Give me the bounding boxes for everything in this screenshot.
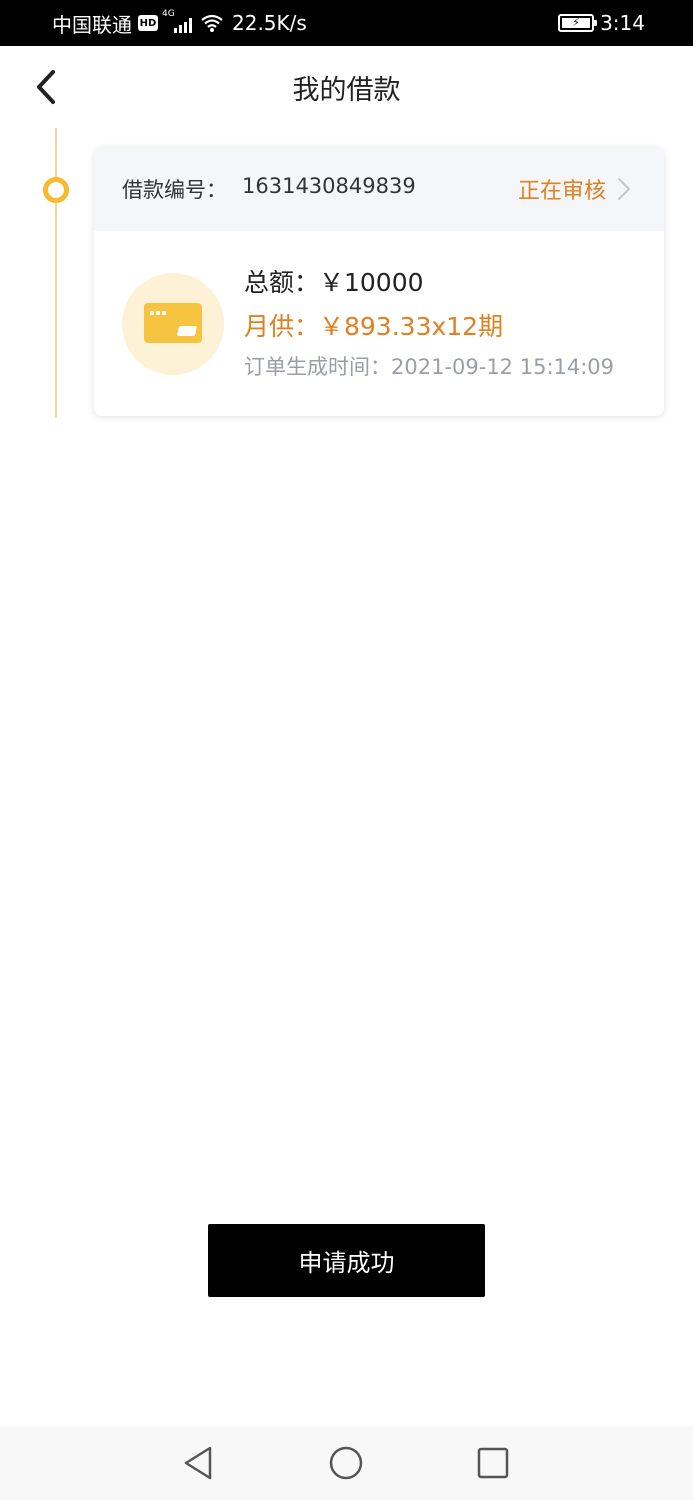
carrier-name: 中国联通 bbox=[52, 12, 132, 37]
loan-total: 总额：￥10000 bbox=[244, 268, 424, 297]
signal-icon: 4G bbox=[162, 9, 192, 33]
loan-status: 正在审核 bbox=[517, 179, 606, 204]
loan-card[interactable]: 借款编号： 1631430849839 正在审核 总额：￥10000 月供：￥8… bbox=[94, 148, 664, 416]
nav-home-icon[interactable] bbox=[327, 1444, 365, 1482]
credit-card-icon bbox=[144, 303, 202, 343]
timeline-line bbox=[55, 128, 57, 418]
loan-number-label: 借款编号： bbox=[122, 178, 227, 202]
loan-number: 1631430849839 bbox=[242, 174, 416, 198]
timeline-dot bbox=[43, 177, 69, 203]
loan-monthly-payment: 月供：￥893.33x12期 bbox=[244, 312, 504, 341]
page-title: 我的借款 bbox=[292, 75, 401, 106]
status-right: ⚡ 3:14 bbox=[558, 0, 645, 46]
chevron-right-icon bbox=[617, 177, 631, 201]
clock: 3:14 bbox=[600, 11, 645, 35]
network-type: 4G bbox=[162, 9, 175, 19]
nav-recents-icon[interactable] bbox=[474, 1444, 512, 1482]
nav-back-icon[interactable] bbox=[180, 1444, 218, 1482]
apply-success-button[interactable]: 申请成功 bbox=[208, 1224, 485, 1297]
status-left: 中国联通 HD 4G 22.5K/s bbox=[52, 0, 307, 46]
system-nav-bar bbox=[0, 1426, 693, 1500]
loan-card-header: 借款编号： 1631430849839 正在审核 bbox=[94, 148, 664, 231]
hd-icon: HD bbox=[138, 15, 158, 31]
wifi-icon bbox=[201, 14, 223, 32]
order-created-time: 订单生成时间：2021-09-12 15:14:09 bbox=[244, 355, 615, 379]
card-icon-circle bbox=[122, 273, 224, 375]
battery-charging-icon: ⚡ bbox=[558, 14, 598, 32]
header: 我的借款 bbox=[0, 46, 693, 128]
status-bar: 中国联通 HD 4G 22.5K/s ⚡ 3:14 bbox=[0, 0, 693, 46]
loan-card-body: 总额：￥10000 月供：￥893.33x12期 订单生成时间：2021-09-… bbox=[94, 231, 664, 416]
network-speed: 22.5K/s bbox=[232, 11, 307, 35]
